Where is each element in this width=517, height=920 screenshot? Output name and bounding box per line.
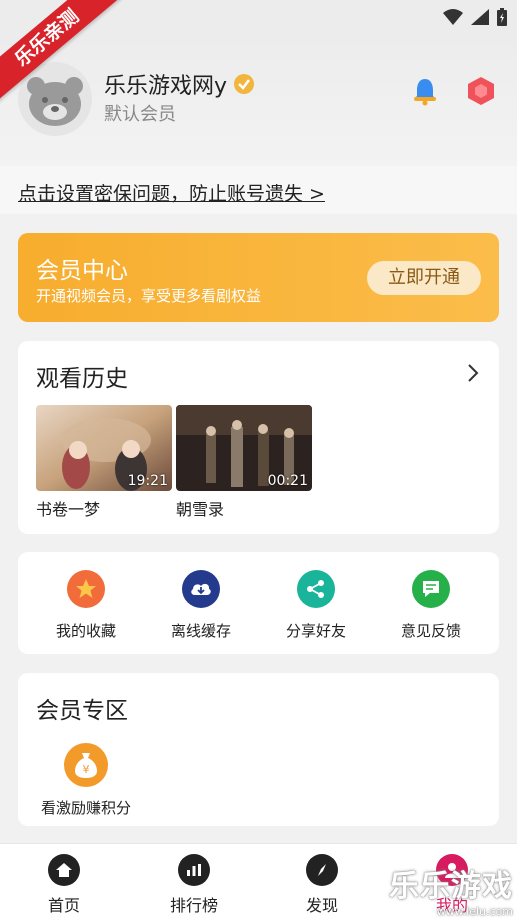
money-bag-icon: ¥ xyxy=(64,743,108,787)
compass-icon xyxy=(306,854,338,886)
svg-text:¥: ¥ xyxy=(83,763,90,776)
vip-description: 开通视频会员，享受更多看剧权益 xyxy=(36,287,262,305)
battery-icon xyxy=(497,8,507,26)
vip-zone-card: 会员专区 ¥ 看激励赚积分 xyxy=(18,673,499,826)
vip-title: 会员中心 xyxy=(36,258,128,284)
wifi-icon xyxy=(443,9,463,25)
watch-history-card: 观看历史 19:21 书卷一梦 00:21 朝雪录 xyxy=(18,341,499,534)
share-icon xyxy=(297,570,335,608)
history-title: 观看历史 xyxy=(36,366,128,392)
bell-icon[interactable] xyxy=(410,76,440,106)
signal-icon xyxy=(471,9,489,25)
message-icon xyxy=(412,570,450,608)
ranking-icon xyxy=(178,854,210,886)
history-item-title[interactable]: 朝雪录 xyxy=(176,496,224,520)
star-icon xyxy=(67,570,105,608)
tool-label: 意见反馈 xyxy=(400,622,461,640)
user-name-row: 乐乐游戏网y xyxy=(104,68,255,100)
site-watermark: 乐乐游戏 www.lelu.com xyxy=(389,861,513,918)
tab-label: 排行榜 xyxy=(169,896,218,915)
history-item-title[interactable]: 书卷一梦 xyxy=(36,496,100,520)
vip-zone-title: 会员专区 xyxy=(36,698,128,724)
chevron-right-icon[interactable] xyxy=(467,363,479,383)
tool-label: 离线缓存 xyxy=(170,622,231,640)
security-notice-link[interactable]: 点击设置密保问题，防止账号遗失 > xyxy=(18,179,325,206)
open-vip-button[interactable]: 立即开通 xyxy=(367,261,481,295)
profile-header: 乐乐游戏网y 默认会员 xyxy=(0,34,517,166)
home-icon xyxy=(48,854,80,886)
progress-time: 00:21 xyxy=(267,473,308,489)
history-thumbnail[interactable]: 19:21 xyxy=(36,405,172,491)
tool-favorites[interactable]: 我的收藏 xyxy=(36,570,136,641)
settings-hexagon-icon[interactable] xyxy=(466,76,496,106)
watermark-url: www.lelu.com xyxy=(436,905,513,918)
tool-offline-cache[interactable]: 离线缓存 xyxy=(151,570,251,641)
tool-feedback[interactable]: 意见反馈 xyxy=(381,570,481,641)
watermark-brand: 乐乐游戏 xyxy=(389,869,513,904)
security-notice[interactable]: 点击设置密保问题，防止账号遗失 > xyxy=(0,166,517,214)
user-name: 乐乐游戏网y xyxy=(104,74,228,99)
progress-time: 19:21 xyxy=(127,473,168,489)
tab-label: 发现 xyxy=(305,896,338,915)
vip-badge-icon xyxy=(234,74,255,94)
tab-label: 首页 xyxy=(47,896,80,915)
tool-label: 分享好友 xyxy=(285,622,346,640)
download-cloud-icon xyxy=(182,570,220,608)
tab-discover[interactable]: 发现 xyxy=(282,854,362,916)
quick-tools-card: 我的收藏 离线缓存 分享好友 意见反馈 xyxy=(18,552,499,654)
history-thumbnail[interactable]: 00:21 xyxy=(176,405,312,491)
vip-center-card[interactable]: 会员中心 开通视频会员，享受更多看剧权益 立即开通 xyxy=(18,233,499,322)
earn-points-item[interactable]: ¥ 看激励赚积分 xyxy=(36,743,136,818)
tab-ranking[interactable]: 排行榜 xyxy=(154,854,234,916)
tool-label: 我的收藏 xyxy=(55,622,116,640)
zone-item-label: 看激励赚积分 xyxy=(40,799,131,817)
tab-home[interactable]: 首页 xyxy=(24,854,104,916)
tool-share[interactable]: 分享好友 xyxy=(266,570,366,641)
member-level: 默认会员 xyxy=(104,104,176,125)
